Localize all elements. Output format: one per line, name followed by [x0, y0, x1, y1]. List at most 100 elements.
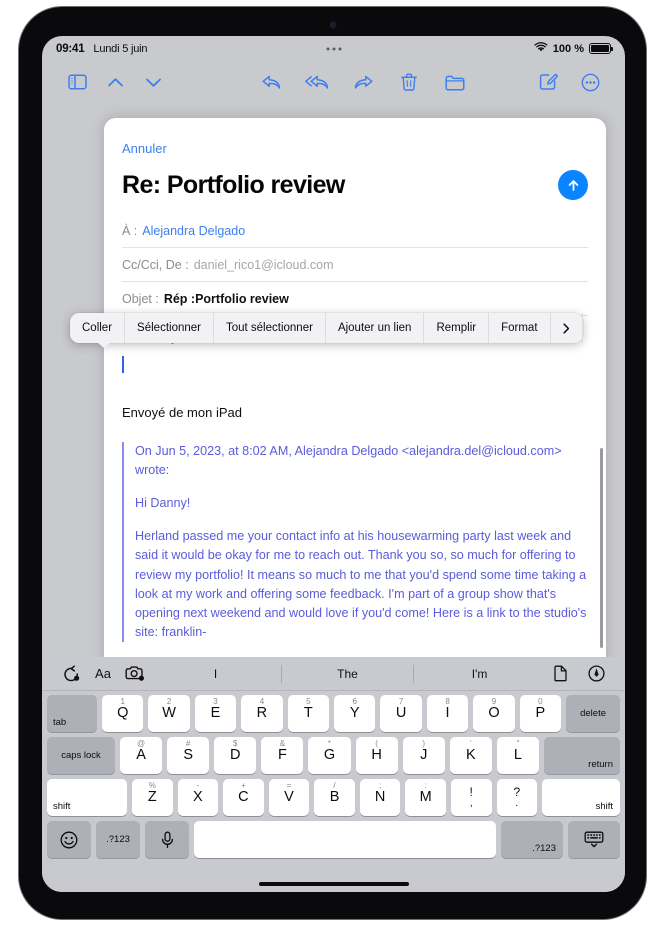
ipad-device-frame: 09:41 Lundi 5 juin 100 % Annuler Re: Por…	[18, 6, 647, 920]
undo-redo-icon[interactable]	[56, 660, 86, 688]
key-n[interactable]: ; N	[359, 779, 401, 816]
send-button[interactable]	[558, 170, 588, 200]
message-body[interactable]: Dear Alejandra, Envoyé de mon iPad On Ju…	[122, 316, 588, 643]
menu-item-select[interactable]: Sélectionner	[125, 313, 214, 343]
key-return[interactable]: return	[543, 737, 620, 774]
key-d[interactable]: $ D	[214, 737, 257, 774]
menu-item-add-link[interactable]: Ajouter un lien	[326, 313, 425, 343]
key-r[interactable]: 4 R	[241, 695, 283, 732]
to-field-value[interactable]: Alejandra Delgado	[142, 224, 245, 238]
key-tab[interactable]: tab	[47, 695, 97, 732]
key-caps-lock[interactable]: caps lock	[47, 737, 115, 774]
key-c-label: C	[238, 789, 249, 806]
emoji-icon[interactable]	[47, 821, 91, 858]
key-k-secondary: '	[470, 739, 472, 748]
reply-all-icon[interactable]	[300, 65, 334, 99]
cancel-button[interactable]: Annuler	[122, 141, 167, 156]
key-t-label: T	[303, 705, 313, 722]
menu-item-autofill[interactable]: Remplir	[424, 313, 490, 343]
document-icon[interactable]	[545, 660, 575, 688]
key-o-label: O	[488, 705, 500, 722]
front-camera-icon	[329, 22, 336, 28]
cc-from-field[interactable]: Cc/Cci, De : daniel_rico1@icloud.com	[122, 248, 588, 282]
key-s[interactable]: # S	[167, 737, 210, 774]
key-y[interactable]: 6 Y	[334, 695, 376, 732]
key-a[interactable]: @ A	[120, 737, 163, 774]
menu-more-chevron-right-icon[interactable]	[551, 313, 583, 343]
key-g[interactable]: * G	[308, 737, 351, 774]
sidebar-toggle-icon[interactable]	[60, 65, 94, 99]
key-question-period[interactable]: ? .	[496, 779, 538, 816]
key-h[interactable]: ( H	[355, 737, 398, 774]
key-w[interactable]: 2 W	[148, 695, 190, 732]
forward-icon[interactable]	[346, 65, 380, 99]
key-y-secondary: 6	[352, 697, 357, 706]
more-circle-icon[interactable]	[573, 65, 607, 99]
quoted-message: On Jun 5, 2023, at 8:02 AM, Alejandra De…	[122, 441, 588, 643]
subject-field-value[interactable]: Rép :Portfolio review	[164, 292, 289, 306]
text-format-button[interactable]: Aa	[88, 660, 118, 688]
battery-icon	[589, 43, 614, 54]
menu-item-paste[interactable]: Coller	[70, 313, 126, 343]
key-i[interactable]: 8 I	[426, 695, 469, 732]
menu-item-format[interactable]: Format	[489, 313, 551, 343]
key-g-secondary: *	[327, 739, 332, 748]
key-j[interactable]: ) J	[402, 737, 445, 774]
key-q[interactable]: 1 Q	[102, 695, 144, 732]
key-numbers-left[interactable]: .?123	[96, 821, 140, 858]
key-b[interactable]: / B	[314, 779, 355, 816]
compose-scrollbar[interactable]	[600, 448, 603, 648]
key-u-label: U	[395, 705, 407, 722]
text-cursor	[122, 356, 124, 373]
key-z[interactable]: % Z	[132, 779, 173, 816]
key-p[interactable]: 0 P	[519, 695, 562, 732]
home-indicator[interactable]	[258, 882, 409, 886]
from-address-value[interactable]: daniel_rico1@icloud.com	[194, 258, 334, 272]
folder-icon[interactable]	[438, 65, 472, 99]
chevron-up-icon[interactable]	[98, 65, 132, 99]
key-b-label: B	[329, 789, 340, 806]
chevron-down-icon[interactable]	[136, 65, 170, 99]
suggestion-3[interactable]: I'm	[414, 665, 545, 683]
key-o[interactable]: 9 O	[473, 695, 515, 732]
key-d-label: D	[230, 747, 241, 764]
compose-icon[interactable]	[531, 65, 565, 99]
subject-field[interactable]: Objet : Rép :Portfolio review	[122, 282, 588, 316]
trash-icon[interactable]	[392, 65, 426, 99]
key-t[interactable]: 5 T	[287, 695, 330, 732]
key-f[interactable]: & F	[261, 737, 304, 774]
key-shift-right[interactable]: shift	[542, 779, 621, 816]
key-l-secondary: "	[516, 739, 520, 748]
to-field[interactable]: À : Alejandra Delgado	[122, 214, 588, 248]
key-d-secondary: $	[233, 739, 238, 748]
key-v[interactable]: = V	[268, 779, 310, 816]
key-c[interactable]: + C	[223, 779, 264, 816]
toolbar-right-group	[531, 65, 607, 99]
compose-sheet-content: Annuler Re: Portfolio review À : Alejand…	[104, 118, 606, 670]
key-u[interactable]: 7 U	[380, 695, 422, 732]
key-shift-left[interactable]: shift	[47, 779, 127, 816]
key-delete[interactable]: delete	[566, 695, 621, 732]
key-r-label: R	[256, 705, 268, 722]
key-q-secondary: 1	[120, 697, 125, 706]
reply-icon[interactable]	[254, 65, 288, 99]
hide-keyboard-icon[interactable]	[568, 821, 620, 858]
suggestion-2[interactable]: The	[282, 664, 414, 683]
microphone-icon[interactable]	[145, 821, 189, 858]
key-k[interactable]: ' K	[449, 737, 492, 774]
markup-pen-icon[interactable]	[581, 660, 611, 688]
key-e[interactable]: 3 E	[194, 695, 237, 732]
key-numbers-right[interactable]: .?123	[501, 821, 563, 858]
menu-item-select-all[interactable]: Tout sélectionner	[214, 313, 326, 343]
key-m[interactable]: : M	[405, 779, 446, 816]
key-l-label: L	[513, 747, 522, 764]
suggestion-1[interactable]: I	[150, 664, 282, 683]
key-x-label: X	[193, 789, 203, 806]
key-exclamation-comma[interactable]: ! ,	[450, 779, 492, 816]
camera-icon[interactable]	[120, 660, 150, 688]
key-x[interactable]: - X	[177, 779, 219, 816]
status-bar: 09:41 Lundi 5 juin 100 %	[42, 36, 625, 61]
key-l[interactable]: " L	[496, 737, 539, 774]
multitasking-dots-icon[interactable]	[326, 47, 341, 50]
key-space[interactable]	[194, 821, 496, 858]
